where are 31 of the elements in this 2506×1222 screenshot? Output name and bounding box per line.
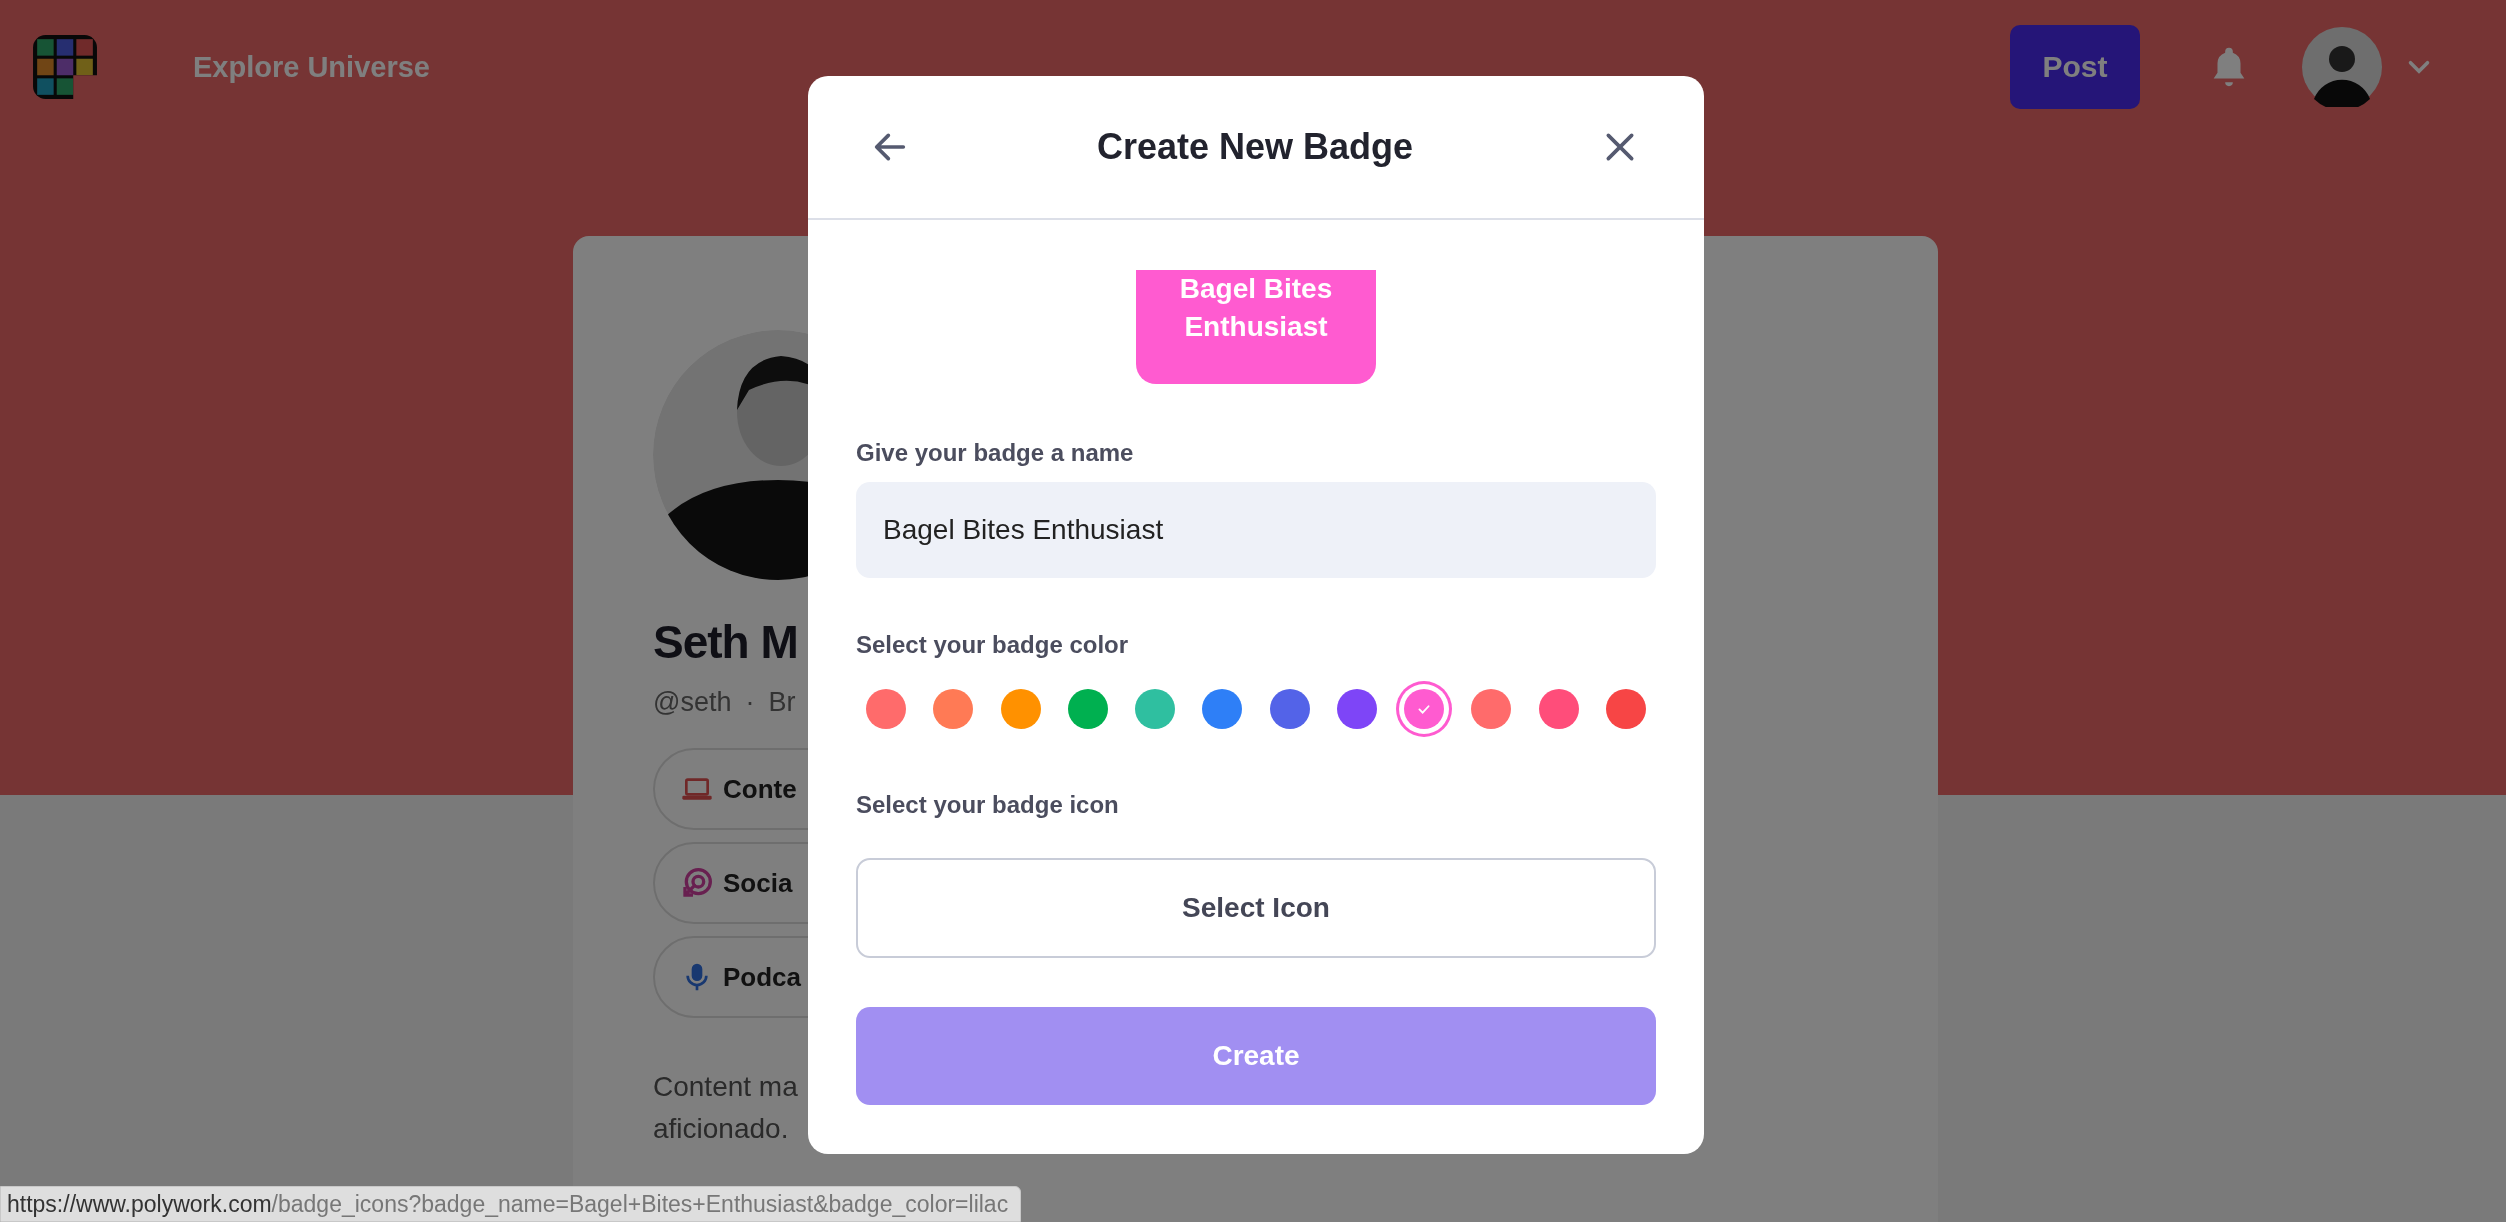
color-swatch[interactable] [933, 689, 974, 729]
profile-handle: @seth [653, 687, 732, 718]
color-swatch[interactable] [1336, 689, 1377, 729]
separator-dot: · [745, 687, 755, 718]
color-swatch[interactable] [1605, 689, 1646, 729]
modal-title: Create New Badge [1096, 126, 1414, 168]
profile-name: Seth M [653, 615, 798, 669]
badge-preview: Bagel Bites Enthusiast [1136, 270, 1376, 384]
color-swatch[interactable] [1471, 689, 1512, 729]
field-label: Select your badge color [856, 630, 1130, 660]
field-label: Give your badge a name [856, 438, 1135, 468]
color-swatch[interactable] [866, 689, 906, 729]
badge-name-field[interactable]: Bagel Bites Enthusiast [856, 482, 1656, 578]
create-button[interactable]: Create [856, 1007, 1656, 1105]
logo-icon[interactable] [32, 34, 98, 100]
profile-location: Br [768, 687, 796, 718]
avatar-icon[interactable] [2302, 27, 2382, 107]
bio-text: aficionado. [653, 1112, 790, 1146]
field-label: Select your badge icon [856, 790, 1120, 820]
post-button[interactable]: Post [2010, 25, 2140, 109]
explore-link[interactable]: Explore Universe [193, 50, 430, 84]
bio-text: Content ma [653, 1070, 798, 1104]
select-icon-button[interactable]: Select Icon [856, 858, 1656, 958]
status-url: https://www.polywork.com/badge_icons?badge_name=Bagel+Bites+Enthusiast&badge_color=lilac [0, 1186, 1022, 1222]
color-swatch[interactable] [1202, 689, 1243, 729]
color-swatch[interactable] [1067, 689, 1108, 729]
color-swatch[interactable] [1538, 689, 1579, 729]
color-swatch[interactable] [1135, 689, 1176, 729]
target-icon [681, 867, 713, 899]
color-swatch[interactable] [1000, 689, 1041, 729]
color-swatch[interactable] [1269, 689, 1310, 729]
